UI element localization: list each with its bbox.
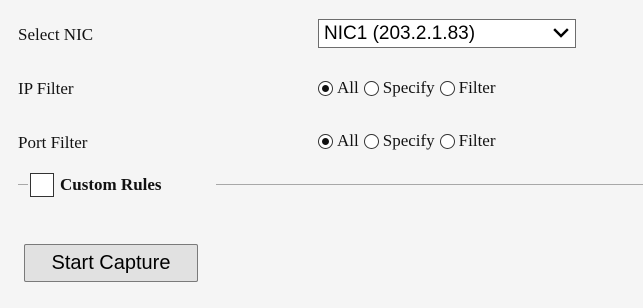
radio-checked-icon[interactable] — [318, 80, 333, 96]
fieldset-divider-left — [18, 184, 28, 185]
custom-rules-checkbox[interactable] — [30, 173, 54, 197]
start-capture-button[interactable]: Start Capture — [24, 244, 198, 282]
ip-filter-option-all[interactable]: All — [318, 78, 359, 98]
ip-filter-option-specify-label: Specify — [382, 78, 435, 97]
port-filter-radio-group: All Specify Filter — [318, 130, 501, 152]
radio-unchecked-icon[interactable] — [363, 80, 379, 96]
ip-filter-radio-group: All Specify Filter — [318, 77, 501, 99]
radio-unchecked-icon[interactable] — [439, 80, 455, 96]
nic-select-value: NIC1 (203.2.1.83) — [324, 23, 476, 44]
port-filter-label: Port Filter — [18, 133, 88, 152]
ip-filter-option-specify[interactable]: Specify — [363, 78, 435, 98]
ip-filter-option-filter[interactable]: Filter — [439, 78, 496, 98]
port-filter-option-specify[interactable]: Specify — [363, 131, 435, 151]
port-filter-option-filter[interactable]: Filter — [439, 131, 496, 151]
radio-checked-icon[interactable] — [318, 133, 333, 149]
ip-filter-label: IP Filter — [18, 79, 74, 98]
radio-unchecked-icon[interactable] — [439, 133, 455, 149]
fieldset-divider-right — [216, 184, 643, 185]
select-nic-label: Select NIC — [18, 25, 94, 44]
port-filter-option-all-label: All — [337, 131, 359, 150]
radio-unchecked-icon[interactable] — [363, 133, 379, 149]
custom-rules-legend[interactable]: Custom Rules — [30, 173, 162, 197]
nic-select[interactable]: NIC1 (203.2.1.83) — [318, 19, 576, 48]
custom-rules-label: Custom Rules — [60, 175, 162, 194]
chevron-down-icon — [553, 28, 569, 38]
ip-filter-option-filter-label: Filter — [458, 78, 496, 97]
port-filter-option-filter-label: Filter — [458, 131, 496, 150]
port-filter-option-all[interactable]: All — [318, 131, 359, 151]
ip-filter-option-all-label: All — [337, 78, 359, 97]
port-filter-option-specify-label: Specify — [382, 131, 435, 150]
